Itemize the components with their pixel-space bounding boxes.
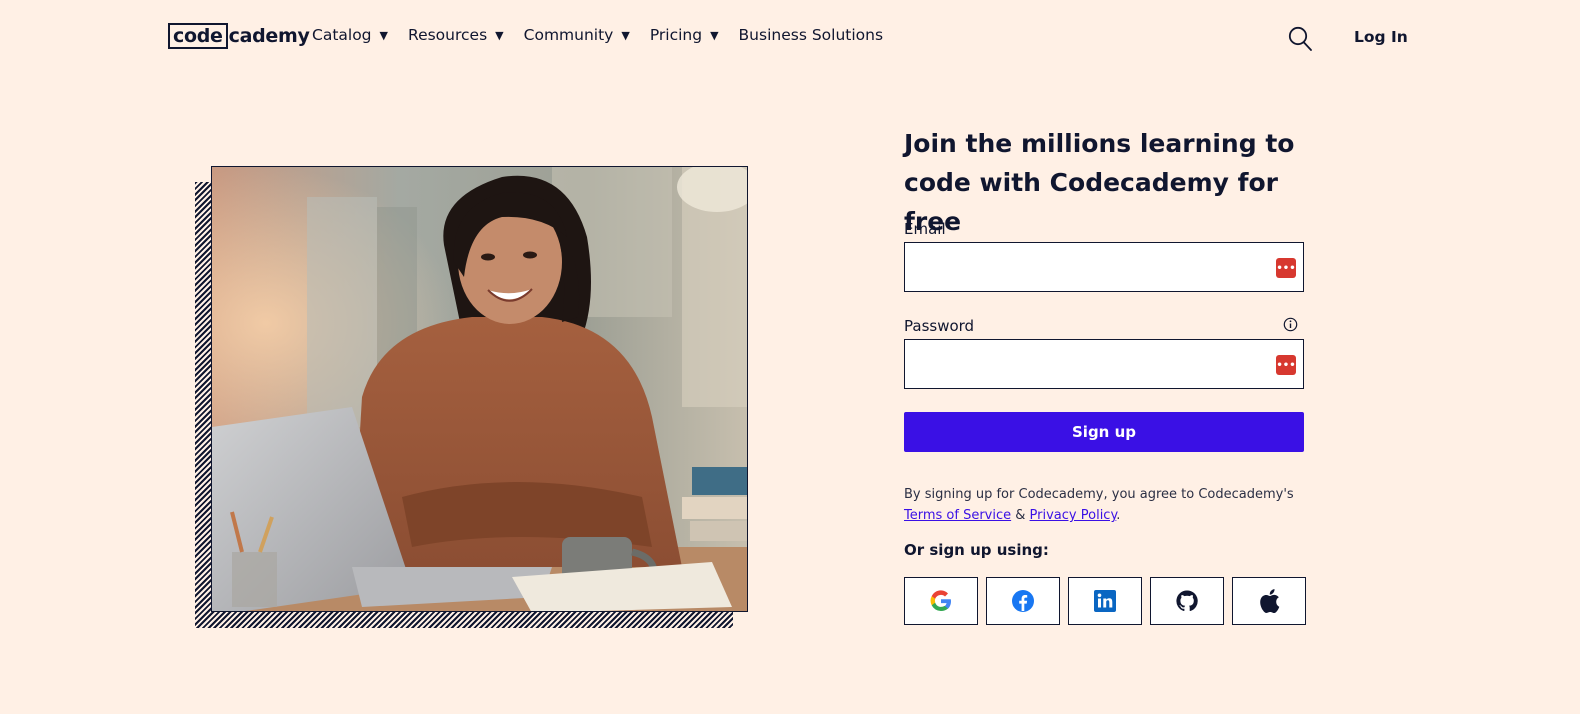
nav-community[interactable]: Community ▼: [524, 26, 630, 44]
logo-cademy-text: cademy: [228, 25, 310, 47]
privacy-policy-link[interactable]: Privacy Policy: [1030, 508, 1117, 523]
email-label: Email: [904, 220, 946, 238]
nav-community-label: Community: [523, 26, 614, 44]
nav-pricing-label: Pricing: [649, 26, 703, 44]
signup-form: Join the millions learning to code with …: [904, 124, 1306, 625]
hero-photo: [211, 166, 748, 612]
terms-text: By signing up for Codecademy, you agree …: [904, 484, 1304, 526]
linkedin-signup-button[interactable]: [1068, 577, 1142, 625]
nav-resources[interactable]: Resources ▼: [408, 26, 504, 44]
google-signup-button[interactable]: [904, 577, 978, 625]
apple-icon: [1260, 589, 1280, 613]
nav-business-solutions-label: Business Solutions: [738, 26, 884, 44]
terms-period: .: [1116, 508, 1121, 523]
password-manager-icon[interactable]: •••: [1276, 258, 1296, 278]
nav-catalog[interactable]: Catalog ▼: [312, 26, 388, 44]
caret-down-icon: ▼: [710, 28, 719, 42]
password-manager-icon[interactable]: •••: [1276, 355, 1296, 375]
nav-pricing[interactable]: Pricing ▼: [650, 26, 719, 44]
main-nav: Catalog ▼ Resources ▼ Community ▼ Pricin…: [312, 26, 903, 44]
site-header: code cademy Catalog ▼ Resources ▼ Communi…: [0, 0, 1580, 76]
facebook-signup-button[interactable]: [986, 577, 1060, 625]
caret-down-icon: ▼: [495, 28, 504, 42]
signup-headline: Join the millions learning to code with …: [904, 129, 1295, 236]
apple-signup-button[interactable]: [1232, 577, 1306, 625]
terms-ampersand: &: [1015, 508, 1026, 523]
info-icon[interactable]: [1283, 317, 1298, 332]
sign-up-button[interactable]: Sign up: [904, 412, 1304, 452]
codecademy-logo[interactable]: code cademy: [168, 22, 310, 50]
search-icon[interactable]: [1288, 26, 1312, 52]
or-sign-up-using-label: Or sign up using:: [904, 541, 1049, 559]
caret-down-icon: ▼: [621, 28, 630, 42]
caret-down-icon: ▼: [379, 28, 388, 42]
google-icon: [930, 590, 951, 612]
linkedin-icon: [1094, 590, 1116, 612]
terms-of-service-link[interactable]: Terms of Service: [904, 508, 1011, 523]
terms-prefix: By signing up for Codecademy, you agree …: [904, 487, 1294, 502]
nav-business-solutions[interactable]: Business Solutions: [739, 26, 884, 44]
social-signup-buttons: [904, 577, 1306, 625]
github-signup-button[interactable]: [1150, 577, 1224, 625]
password-field[interactable]: [904, 339, 1304, 389]
nav-catalog-label: Catalog: [312, 26, 372, 44]
password-label: Password: [904, 317, 975, 335]
nav-resources-label: Resources: [408, 26, 488, 44]
email-field[interactable]: [904, 242, 1304, 292]
logo-code-box: code: [168, 23, 228, 49]
facebook-icon: [1012, 590, 1034, 612]
log-in-link[interactable]: Log In: [1354, 28, 1408, 46]
github-icon: [1176, 590, 1198, 612]
